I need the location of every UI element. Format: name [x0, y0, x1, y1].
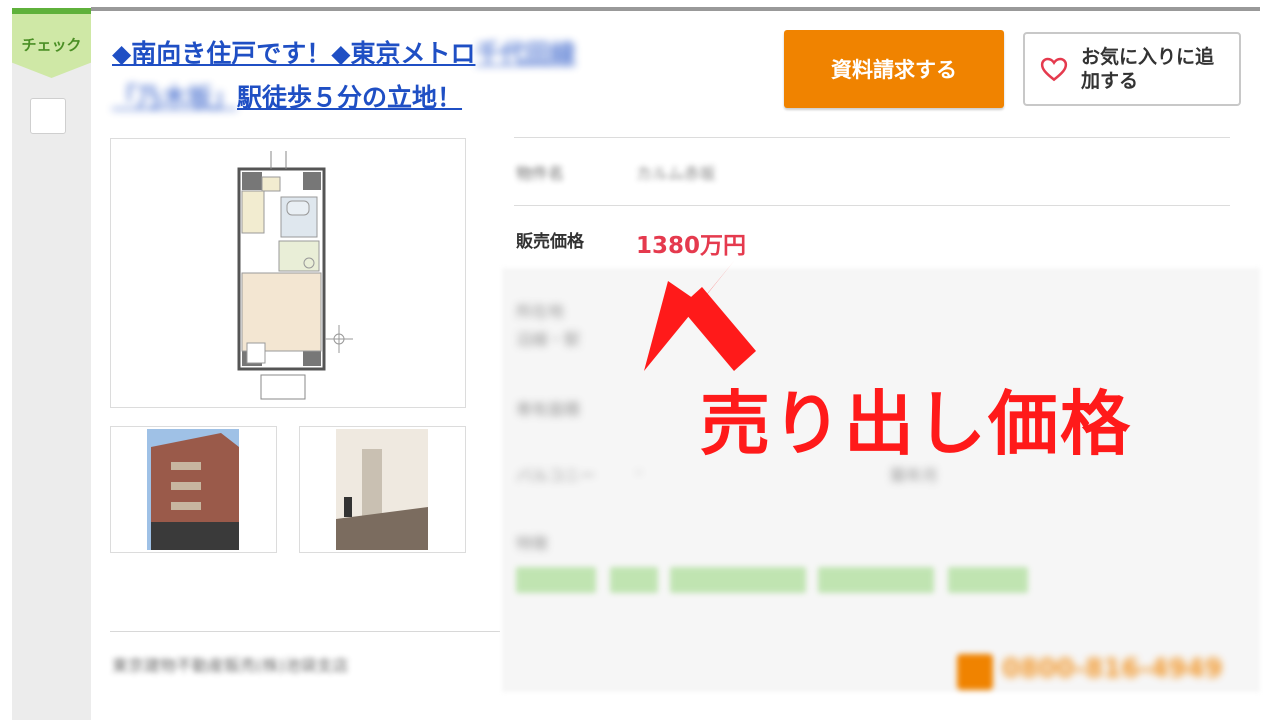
- access-label: 沿線・駅: [516, 330, 581, 349]
- area-label: 専有面積: [516, 400, 581, 419]
- top-divider: [91, 7, 1260, 11]
- annotation-arrow-icon: [644, 261, 756, 371]
- compare-checkbox[interactable]: [30, 98, 66, 134]
- blurred-details-area: [502, 268, 1260, 692]
- feature-tag: [818, 567, 934, 593]
- interior-photo-drawing: [336, 429, 428, 550]
- feature-tag: [610, 567, 658, 593]
- balcony-label: バルコニー: [516, 466, 596, 485]
- room-interior-photo[interactable]: [299, 426, 466, 553]
- listing-title-link[interactable]: ◆南向き住戸です！◆東京メトロ千代田線 「乃木坂」駅徒歩５分の立地！: [112, 32, 752, 120]
- feature-tag: [948, 567, 1028, 593]
- phone-number[interactable]: 0800-816-4949: [1002, 654, 1223, 684]
- property-name-label: 物件名: [516, 164, 565, 183]
- price-annotation: 売り出し価格: [700, 383, 1132, 465]
- detail-divider: [514, 205, 1230, 206]
- features-label: 特徴: [516, 534, 549, 553]
- balcony-value: -: [636, 462, 642, 481]
- left-divider: [110, 631, 500, 632]
- heart-icon: [1040, 57, 1068, 82]
- request-info-button[interactable]: 資料請求する: [784, 30, 1004, 108]
- floor-plan-image[interactable]: [110, 138, 466, 408]
- check-label: チェック: [21, 36, 82, 54]
- title-blurred-line: 千代田線: [475, 39, 576, 68]
- title-text-1: ◆南向き住戸です！◆東京メトロ: [112, 39, 476, 68]
- exterior-photo-drawing: [147, 429, 239, 550]
- phone-icon: [957, 654, 993, 690]
- add-favorite-button[interactable]: お気に入りに追加する: [1023, 32, 1241, 106]
- check-tag: チェック: [12, 8, 91, 78]
- property-name-value: カルム赤坂: [636, 164, 716, 183]
- feature-tag: [670, 567, 806, 593]
- location-label: 所在地: [516, 302, 565, 321]
- favorite-label: お気に入りに追加する: [1081, 46, 1215, 92]
- title-text-2: 駅徒歩５分の立地！: [237, 83, 463, 112]
- building-exterior-photo[interactable]: [110, 426, 277, 553]
- price-label: 販売価格: [516, 232, 584, 252]
- detail-divider-top: [514, 137, 1230, 138]
- check-rail: チェック: [12, 8, 91, 720]
- title-blurred-station: 「乃木坂」: [112, 83, 238, 112]
- feature-tag: [516, 567, 596, 593]
- floor-plan-drawing: [237, 151, 353, 400]
- company-name: 東京建物不動産販売(株)池袋支店: [112, 656, 349, 675]
